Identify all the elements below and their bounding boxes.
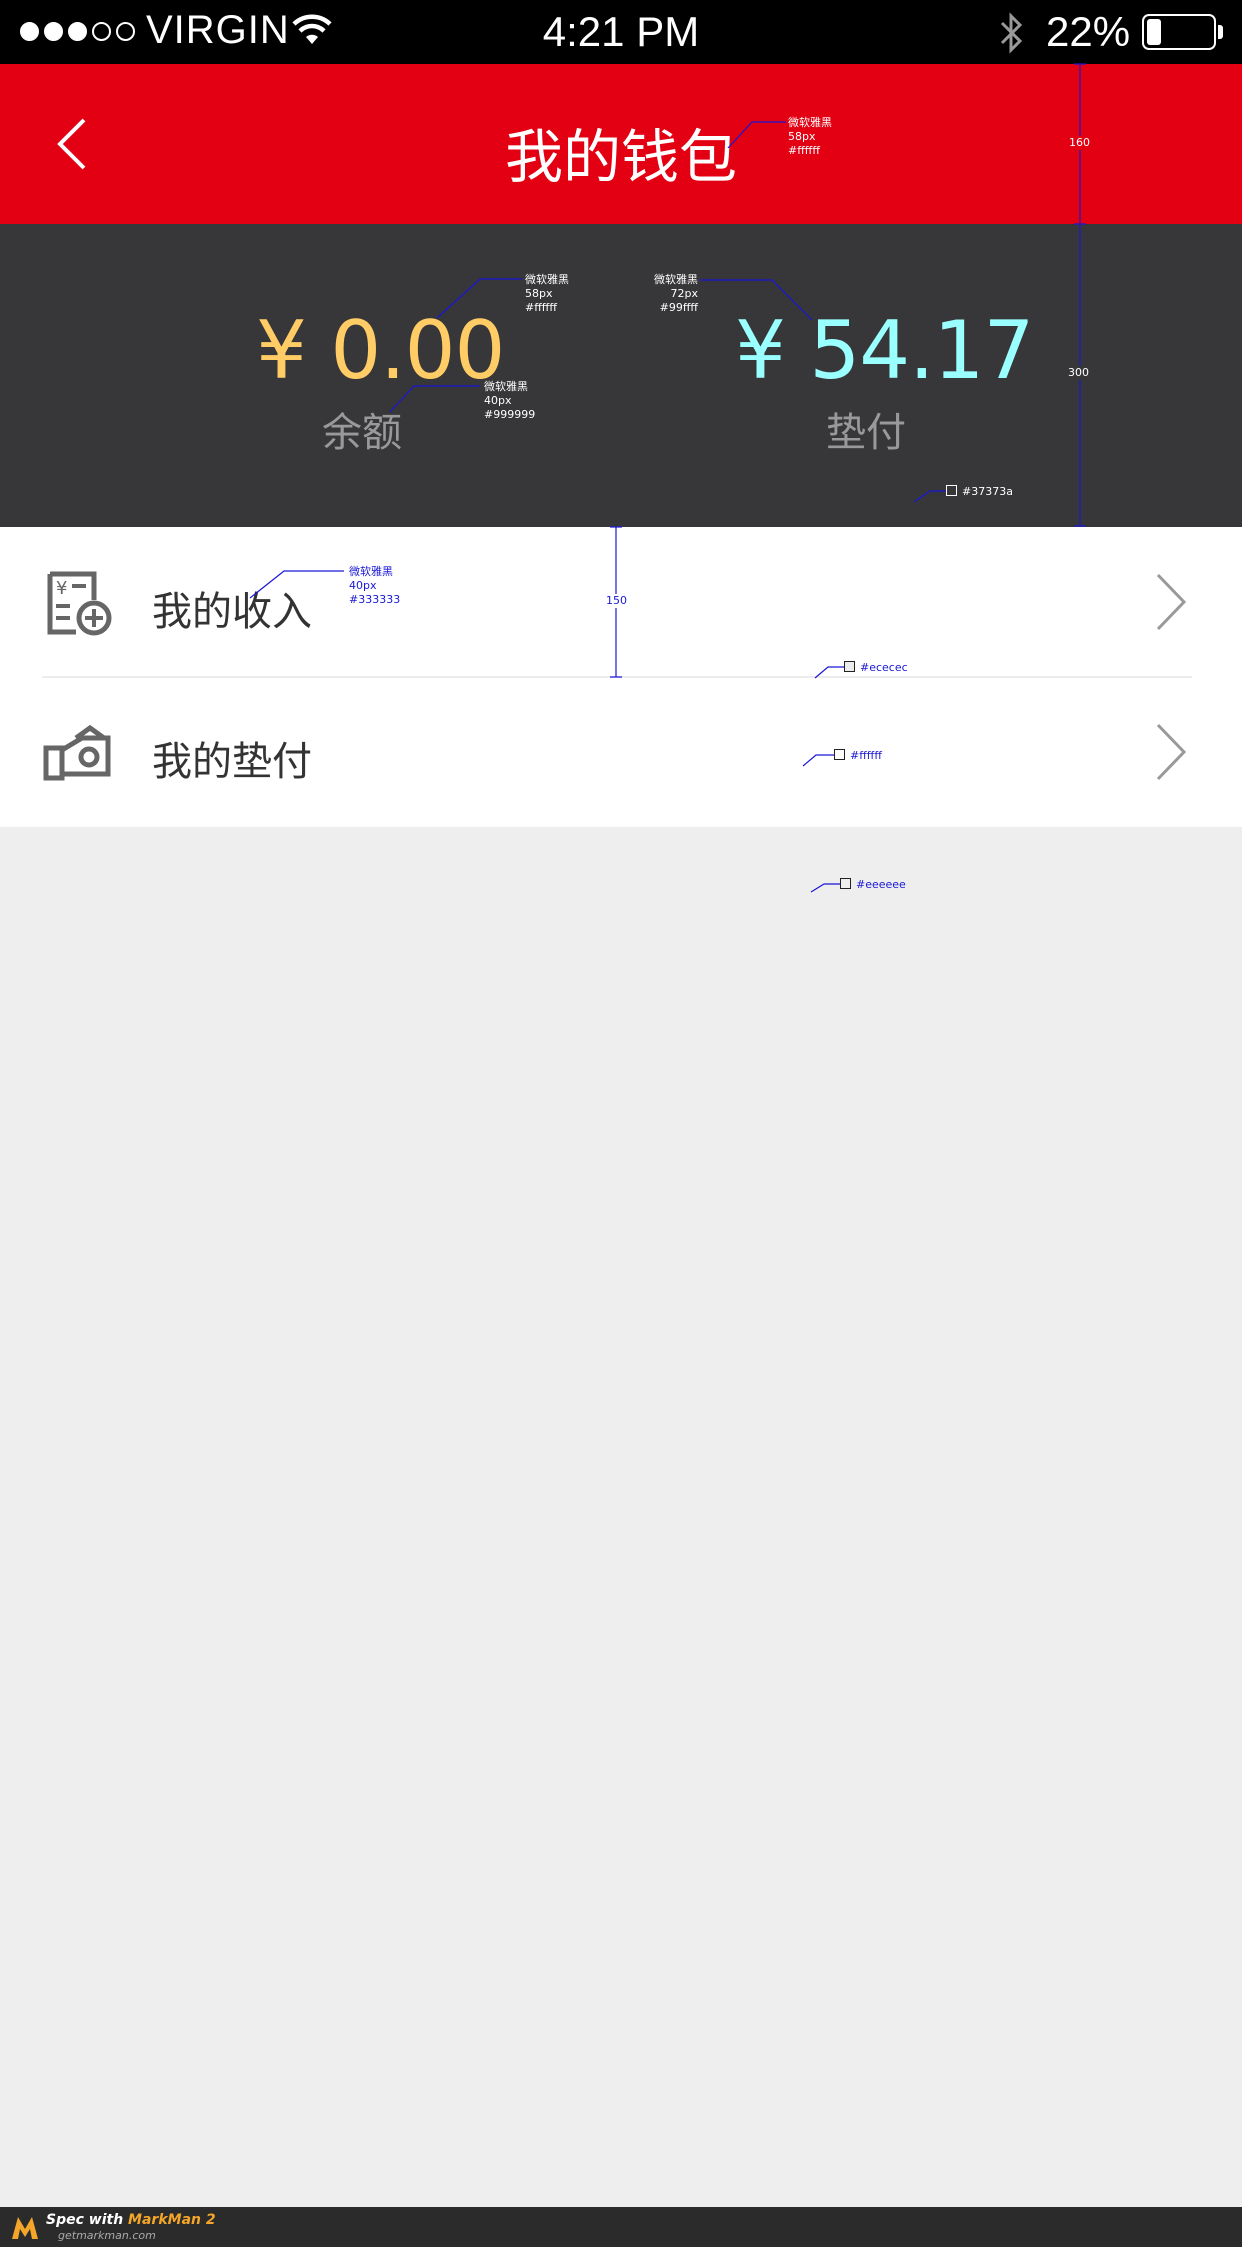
- advance-amount: ¥ 54.17: [735, 304, 1034, 397]
- income-receipt-icon: ¥: [47, 571, 112, 636]
- advance-payment-icon: [43, 724, 111, 781]
- advance-label: 垫付: [826, 410, 906, 456]
- markman-footer: Spec with MarkMan 2 getmarkman.com: [0, 2207, 1242, 2247]
- height-annotation: 160: [1069, 136, 1090, 150]
- chevron-right-icon: [1156, 573, 1187, 631]
- height-annotation: 150: [606, 594, 627, 608]
- battery-level: [1147, 19, 1162, 45]
- font-spec-annotation: 微软雅黑 58px #ffffff: [788, 116, 832, 157]
- balance-amount: ¥ 0.00: [256, 304, 505, 397]
- status-bar: VIRGIN 4:21 PM 22%: [0, 0, 1242, 64]
- color-annotation: #ffffff: [834, 749, 882, 763]
- bluetooth-icon: [1000, 12, 1023, 54]
- font-spec-annotation: 微软雅黑 40px #333333: [349, 565, 401, 606]
- font-spec-annotation: 微软雅黑 58px #ffffff: [525, 273, 569, 314]
- chevron-right-icon: [1156, 723, 1187, 781]
- color-annotation: #37373a: [946, 485, 1013, 499]
- markman-logo-icon: [12, 2217, 38, 2239]
- battery-percent: 22%: [1046, 8, 1131, 55]
- battery-icon: [1142, 14, 1216, 50]
- nav-bar: 我的钱包: [0, 64, 1242, 224]
- page-title: 我的钱包: [504, 123, 737, 191]
- menu-list: ¥ 我的收入 我的垫付: [0, 527, 1242, 827]
- footer-title: Spec with MarkMan 2: [46, 2212, 216, 2228]
- battery-nub: [1218, 25, 1223, 39]
- footer-url: getmarkman.com: [58, 2229, 156, 2242]
- font-spec-annotation: 微软雅黑 40px #999999: [484, 380, 536, 421]
- height-annotation: 300: [1068, 366, 1089, 380]
- color-annotation: #eeeeee: [840, 878, 906, 892]
- list-item-label: 我的垫付: [152, 739, 312, 785]
- balance-label: 余额: [322, 410, 402, 456]
- color-annotation: #ececec: [844, 661, 908, 675]
- svg-text:¥: ¥: [56, 578, 67, 599]
- wallet-summary: ¥ 0.00 余额 ¥ 54.17 垫付: [0, 224, 1242, 527]
- font-spec-annotation: 微软雅黑 72px #99ffff: [654, 273, 698, 314]
- list-item-label: 我的收入: [152, 589, 312, 635]
- list-item-my-advance[interactable]: 我的垫付: [0, 677, 1242, 827]
